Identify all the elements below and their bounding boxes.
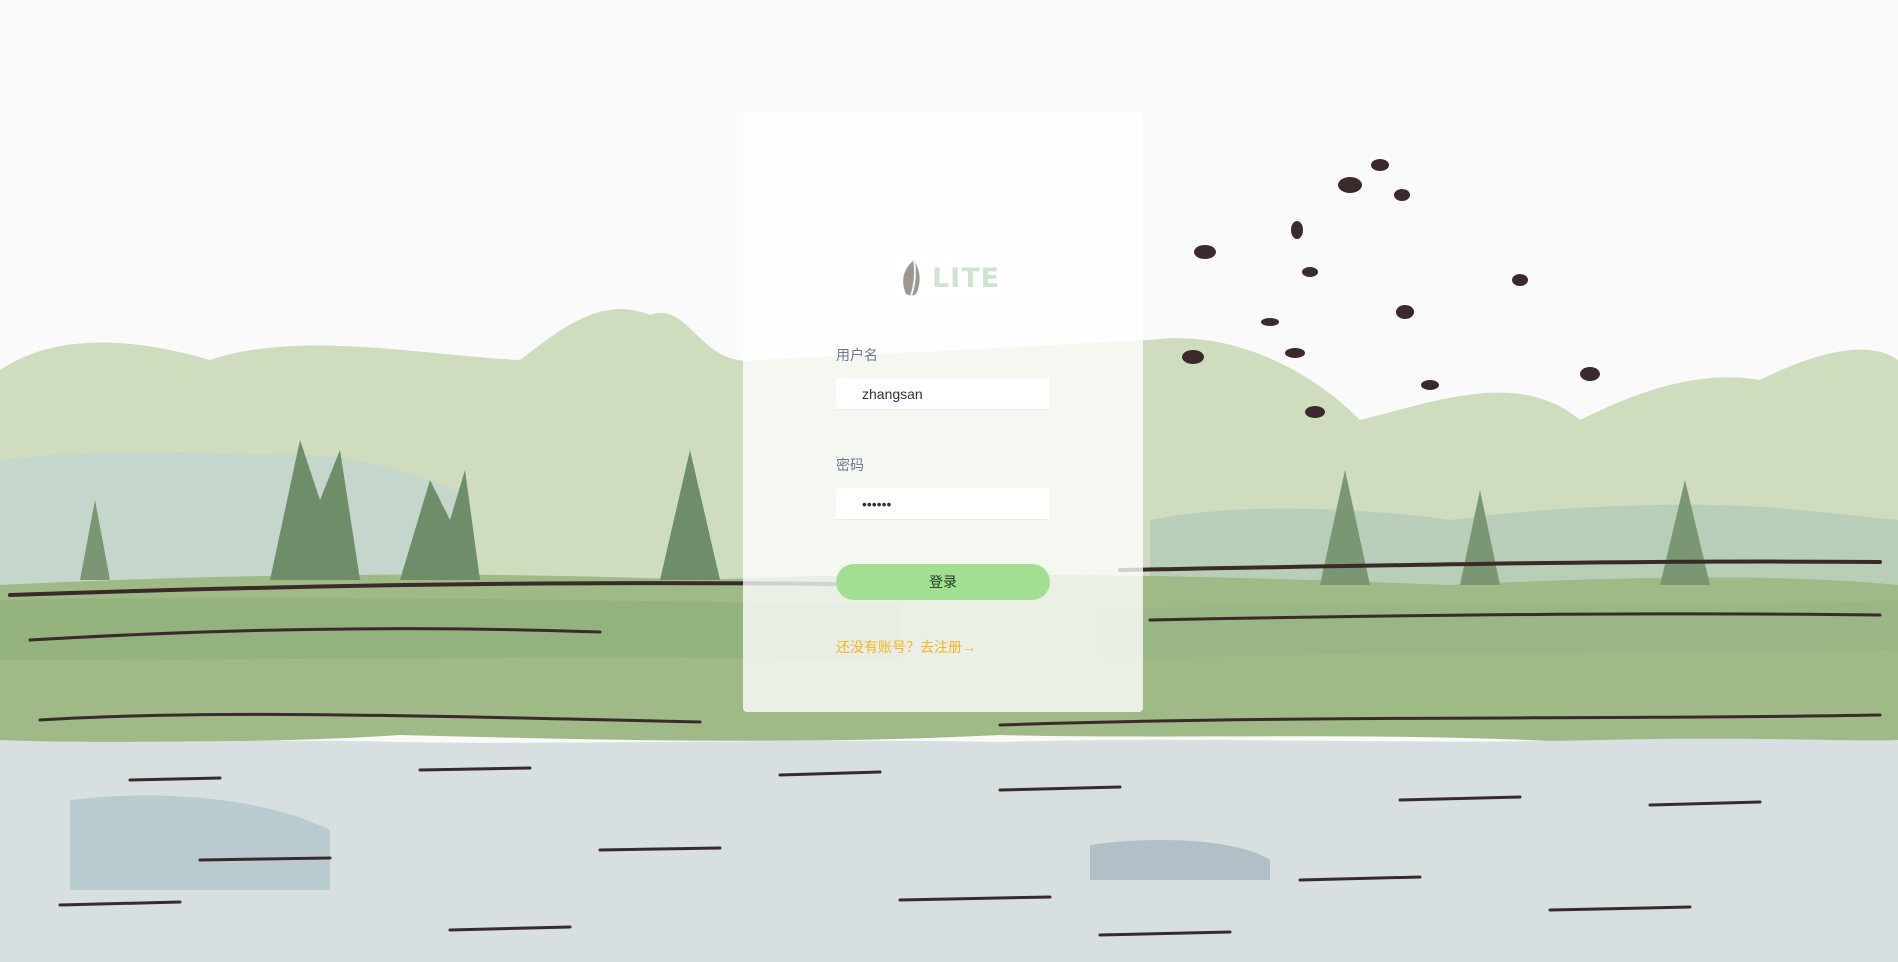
password-input[interactable] — [836, 488, 1049, 520]
logo-text: LITE — [931, 262, 1001, 294]
register-link[interactable]: 还没有账号？去注册→ — [836, 637, 976, 657]
login-card: LITE 用户名 密码 登录 还没有账号？去注册→ — [743, 112, 1143, 712]
logo: LITE — [893, 254, 1003, 302]
login-button[interactable]: 登录 — [836, 564, 1050, 600]
leaf-logo-icon — [903, 259, 920, 297]
password-label: 密码 — [836, 457, 864, 473]
username-input[interactable] — [836, 378, 1049, 410]
login-page: LITE 用户名 密码 登录 还没有账号？去注册→ — [0, 0, 1898, 962]
username-label: 用户名 — [836, 347, 878, 363]
